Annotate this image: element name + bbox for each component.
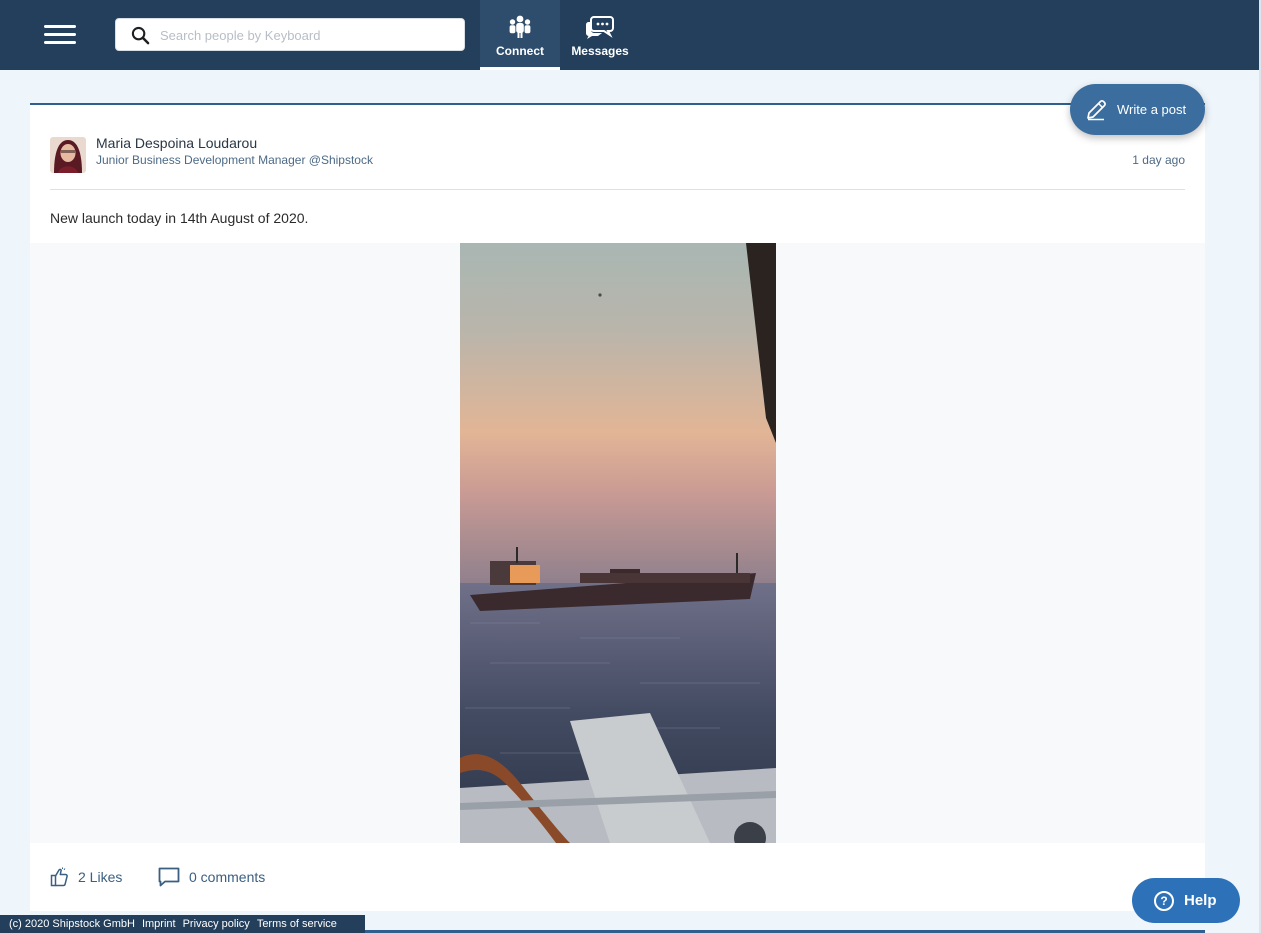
imprint-link[interactable]: Imprint <box>142 918 176 930</box>
search-icon <box>131 26 150 45</box>
pencil-icon <box>1087 99 1106 120</box>
search-input[interactable] <box>160 24 455 46</box>
tab-connect[interactable]: Connect <box>480 0 560 70</box>
question-mark-icon: ? <box>1154 890 1174 911</box>
post-media-area <box>30 243 1205 843</box>
author-title: Junior Business Development Manager @Shi… <box>96 153 373 167</box>
comment-icon <box>158 867 180 887</box>
privacy-policy-link[interactable]: Privacy policy <box>183 918 250 930</box>
post-text: New launch today in 14th August of 2020. <box>50 210 309 226</box>
search-box <box>115 18 465 51</box>
post-header-divider <box>50 189 1185 190</box>
help-label: Help <box>1184 892 1217 909</box>
top-navigation-bar: Connect Messages <box>0 0 1261 70</box>
avatar[interactable] <box>50 137 86 173</box>
comments-count: 0 comments <box>189 869 266 885</box>
author-name[interactable]: Maria Despoina Loudarou <box>96 135 257 151</box>
like-button[interactable]: 2 Likes <box>50 867 122 887</box>
site-footer: (c) 2020 Shipstock GmbH Imprint Privacy … <box>0 915 365 933</box>
copyright-text: (c) 2020 Shipstock GmbH <box>9 918 135 930</box>
post-actions: 2 Likes 0 comments <box>30 843 1205 911</box>
comments-button[interactable]: 0 comments <box>158 867 265 887</box>
write-post-label: Write a post <box>1117 102 1187 117</box>
terms-of-service-link[interactable]: Terms of service <box>257 918 337 930</box>
tab-messages[interactable]: Messages <box>560 0 640 70</box>
write-post-button[interactable]: Write a post <box>1070 84 1205 135</box>
tab-connect-label: Connect <box>496 44 544 58</box>
tab-messages-label: Messages <box>571 44 629 58</box>
chat-bubbles-icon <box>585 16 614 39</box>
thumbs-up-icon <box>50 867 68 887</box>
post-image[interactable] <box>460 243 776 843</box>
hamburger-menu-icon[interactable] <box>44 25 76 49</box>
likes-count: 2 Likes <box>78 869 123 885</box>
post-card: Maria Despoina Loudarou Junior Business … <box>30 105 1205 911</box>
post-timestamp: 1 day ago <box>1132 153 1185 167</box>
people-icon <box>509 15 531 38</box>
help-button[interactable]: ? Help <box>1132 878 1240 923</box>
